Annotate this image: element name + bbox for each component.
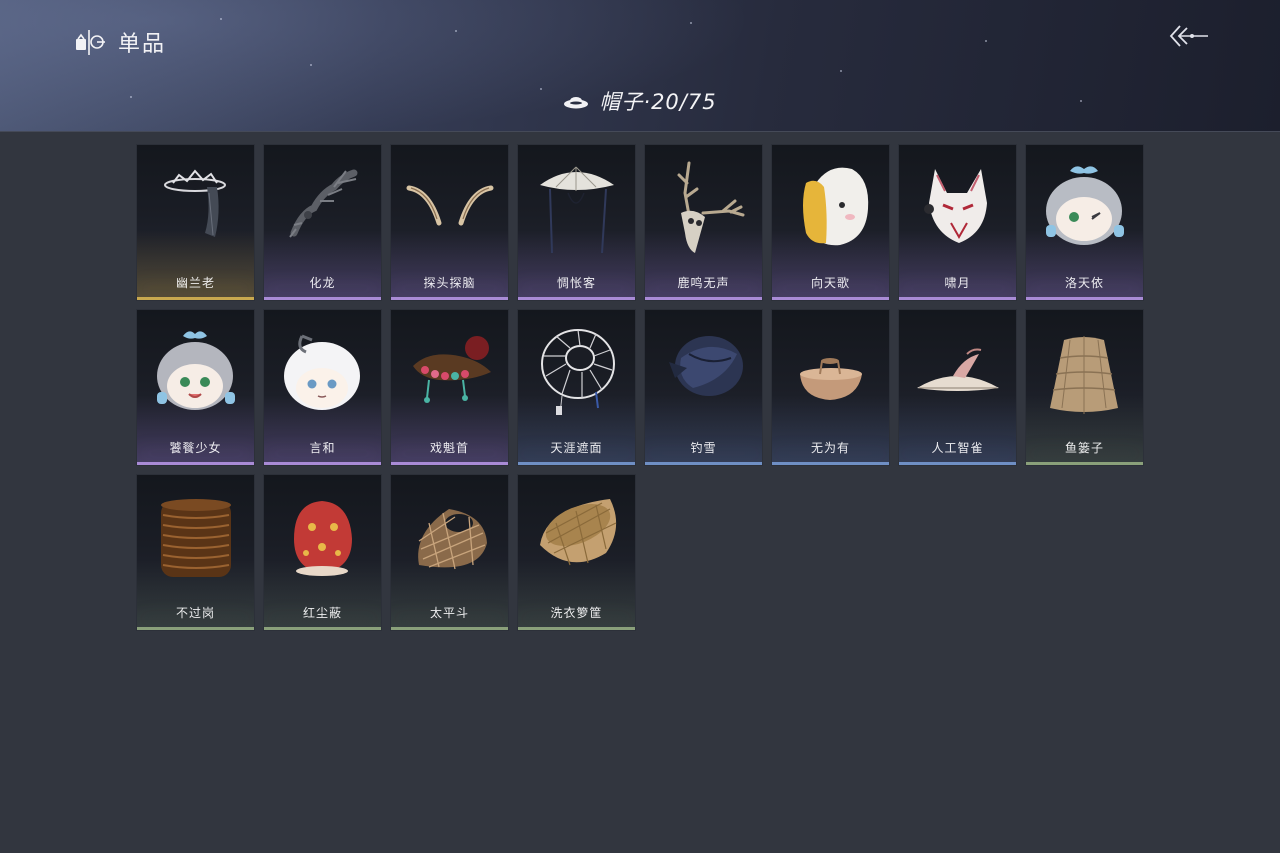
sparrow-conical-hat-image — [907, 318, 1008, 423]
item-name: 钓雪 — [690, 441, 717, 455]
item-name: 化龙 — [309, 276, 336, 290]
item-card[interactable]: 戏魁首 — [391, 310, 508, 465]
item-card[interactable]: 啸月 — [899, 145, 1016, 300]
goose-head-hat-image — [780, 153, 881, 258]
category-count-label: 帽子·20/75 — [599, 90, 717, 114]
veiled-crown-hat-image — [145, 153, 246, 258]
item-card[interactable]: 不过岗 — [137, 475, 254, 630]
feather-antennae-image — [399, 153, 500, 258]
item-name: 太平斗 — [429, 606, 469, 620]
item-name: 鱼篓子 — [1064, 441, 1104, 455]
item-name: 不过岗 — [175, 606, 215, 620]
item-name: 人工智雀 — [931, 441, 984, 455]
item-card[interactable]: 太平斗 — [391, 475, 508, 630]
item-card[interactable]: 人工智雀 — [899, 310, 1016, 465]
bamboo-conical-hat-image — [526, 153, 627, 258]
luo-tianyi-plush-hat-image — [1034, 153, 1135, 258]
item-card[interactable]: 无为有 — [772, 310, 889, 465]
item-card[interactable]: 探头探脑 — [391, 145, 508, 300]
laundry-basket-hat-image — [526, 483, 627, 588]
item-grid: 幽兰老 化龙 探头探脑 惆怅客 鹿鸣无声 向天歌 啸月 洛天依 饕餮少女 言和 … — [137, 145, 1143, 630]
item-card[interactable]: 洛天依 — [1026, 145, 1143, 300]
woven-funnel-hat-image — [399, 483, 500, 588]
back-button[interactable] — [1166, 20, 1210, 52]
item-name: 洗衣箩筐 — [550, 606, 603, 620]
stacked-bowls-hat-image — [145, 483, 246, 588]
item-name: 向天歌 — [810, 276, 850, 290]
item-name: 惆怅客 — [556, 276, 596, 290]
deer-skull-antlers-image — [653, 153, 754, 258]
page-title-text: 单品 — [118, 32, 167, 57]
hat-icon — [563, 94, 589, 109]
item-card[interactable]: 化龙 — [264, 145, 381, 300]
item-card[interactable]: 鱼篓子 — [1026, 310, 1143, 465]
red-embroidered-hood-image — [272, 483, 373, 588]
item-card[interactable]: 向天歌 — [772, 145, 889, 300]
item-name: 戏魁首 — [429, 441, 469, 455]
item-card[interactable]: 钓雪 — [645, 310, 762, 465]
open-weave-veil-hat-image — [526, 318, 627, 423]
item-card[interactable]: 洗衣箩筐 — [518, 475, 635, 630]
item-card[interactable]: 天涯遮面 — [518, 310, 635, 465]
category-header: 帽子·20/75 — [0, 86, 1280, 116]
item-card[interactable]: 红尘蔽 — [264, 475, 381, 630]
item-card[interactable]: 幽兰老 — [137, 145, 254, 300]
item-card[interactable]: 鹿鸣无声 — [645, 145, 762, 300]
yanhe-plush-hat-image — [272, 318, 373, 423]
white-fox-mask-image — [907, 153, 1008, 258]
opera-headdress-image — [399, 318, 500, 423]
item-name: 鹿鸣无声 — [677, 276, 730, 290]
item-name: 红尘蔽 — [302, 606, 342, 620]
item-name: 天涯遮面 — [550, 441, 603, 455]
wooden-bowl-hat-image — [780, 318, 881, 423]
item-name: 言和 — [309, 441, 336, 455]
back-arrow-icon — [1169, 25, 1208, 47]
top-bar: 单品 帽子·20/75 — [0, 0, 1280, 132]
item-name: 无为有 — [810, 441, 850, 455]
hat-wardrobe-icon — [74, 27, 106, 57]
item-name: 洛天依 — [1064, 276, 1104, 290]
taotie-girl-plush-hat-image — [145, 318, 246, 423]
item-name: 饕餮少女 — [169, 441, 222, 455]
wicker-fish-basket-hat-image — [1034, 318, 1135, 423]
dragon-headdress-image — [272, 153, 373, 258]
item-name: 探头探脑 — [423, 276, 476, 290]
page-title: 单品 — [74, 27, 166, 57]
item-name: 啸月 — [944, 276, 971, 290]
item-card[interactable]: 饕餮少女 — [137, 310, 254, 465]
item-card[interactable]: 惆怅客 — [518, 145, 635, 300]
item-card[interactable]: 言和 — [264, 310, 381, 465]
item-name: 幽兰老 — [175, 276, 215, 290]
dark-blue-cloth-hat-image — [653, 318, 754, 423]
